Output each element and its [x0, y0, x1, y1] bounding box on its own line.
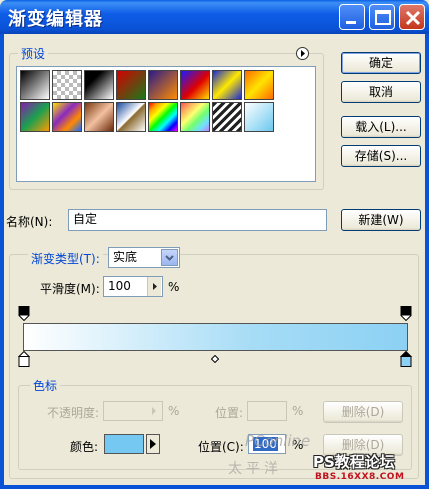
color-menu-button[interactable]	[146, 434, 160, 454]
name-input[interactable]: 自定	[68, 209, 327, 231]
right-arrow-icon	[152, 407, 156, 415]
opacity-slider-button	[147, 402, 161, 420]
play-arrow-icon	[301, 50, 305, 57]
gradient-type-value: 实底	[113, 250, 138, 264]
preset-swatch-orange-yellow-orange[interactable]	[244, 70, 274, 100]
diamond-icon	[210, 354, 220, 364]
watermark-taipingyang: 太平洋	[228, 461, 282, 477]
preset-swatch-transparent-checker[interactable]	[52, 70, 82, 100]
presets-label: 预设	[18, 45, 49, 62]
window-frame-bottom	[0, 485, 429, 489]
presets-menu-button[interactable]	[296, 47, 309, 60]
preset-swatch-transparent-rainbow[interactable]	[180, 102, 210, 132]
color-stop-icon	[17, 350, 31, 367]
opacity-unit: %	[168, 404, 180, 418]
preset-swatch-violet-green-orange[interactable]	[20, 102, 50, 132]
smoothness-value: 100	[108, 279, 131, 293]
preset-swatch-copper[interactable]	[84, 102, 114, 132]
preset-swatch-chrome[interactable]	[116, 102, 146, 132]
window-frame-right	[425, 34, 429, 489]
opacity-stop-icon	[18, 306, 30, 322]
minimize-button[interactable]	[339, 4, 365, 30]
close-button[interactable]	[399, 4, 425, 30]
stops-label: 色标	[30, 377, 61, 394]
opacity-label: 不透明度:	[47, 406, 100, 420]
gradient-type-select[interactable]: 实底	[108, 247, 180, 268]
window-title: 渐变编辑器	[8, 9, 103, 30]
color-stop-left[interactable]	[17, 350, 31, 367]
dropdown-button[interactable]	[161, 249, 178, 266]
cancel-button[interactable]: 取消	[341, 81, 421, 103]
right-arrow-icon	[150, 439, 156, 449]
watermark-forum: PS教程论坛	[313, 453, 395, 471]
chevron-down-icon	[165, 255, 174, 261]
opacity-location-input	[247, 401, 287, 421]
opacity-stop-left[interactable]	[18, 306, 30, 322]
name-label: 名称(N):	[6, 215, 53, 229]
preset-swatch-blue-yellow-blue[interactable]	[212, 70, 242, 100]
window-frame-left	[0, 34, 4, 489]
maximize-button[interactable]	[369, 4, 395, 30]
preset-swatch-light-blue[interactable]	[244, 102, 274, 132]
smoothness-input[interactable]: 100	[103, 276, 163, 297]
preset-swatch-black-to-white[interactable]	[84, 70, 114, 100]
opacity-stop-icon	[400, 306, 412, 322]
smoothness-unit: %	[168, 280, 180, 294]
opacity-input	[103, 401, 163, 421]
smoothness-label: 平滑度(M):	[40, 282, 100, 296]
new-button[interactable]: 新建(W)	[341, 209, 421, 231]
opacity-location-unit: %	[292, 404, 304, 418]
opacity-location-label: 位置:	[215, 406, 244, 420]
color-label: 颜色:	[70, 440, 99, 454]
watermark-url: BBS.16XX8.COM	[315, 472, 405, 482]
save-button[interactable]: 存储(S)...	[341, 145, 421, 167]
close-icon	[405, 10, 421, 26]
preset-swatch-blue-red-yellow[interactable]	[180, 70, 210, 100]
color-location-label: 位置(C):	[198, 440, 244, 454]
preset-swatch-violet-orange[interactable]	[148, 70, 178, 100]
title-bar[interactable]: 渐变编辑器	[0, 0, 429, 34]
load-button[interactable]: 载入(L)...	[341, 116, 421, 138]
preset-swatch-spectrum[interactable]	[148, 102, 178, 132]
stop-color-swatch[interactable]	[104, 434, 144, 454]
color-stop-selected-icon	[399, 350, 413, 367]
watermark-pconline: PConline	[245, 432, 311, 450]
maximize-icon	[375, 10, 391, 25]
midpoint-marker[interactable]	[210, 352, 220, 364]
minimize-icon	[346, 21, 356, 24]
preset-swatch-red-green[interactable]	[116, 70, 146, 100]
ok-button[interactable]: 确定	[341, 52, 421, 74]
gradient-preview-bar[interactable]	[23, 323, 408, 351]
preset-swatch-transparent-stripes[interactable]	[212, 102, 242, 132]
opacity-delete-button: 删除(D)	[323, 401, 403, 423]
gradient-type-label: 渐变类型(T):	[28, 250, 103, 267]
right-arrow-icon	[153, 283, 157, 290]
opacity-stop-right[interactable]	[400, 306, 412, 322]
color-stop-right[interactable]	[399, 350, 413, 367]
preset-swatch-black-white[interactable]	[20, 70, 50, 100]
preset-list[interactable]	[16, 66, 316, 182]
preset-swatch-yellow-violet-orange-blue[interactable]	[52, 102, 82, 132]
smoothness-slider-button[interactable]	[147, 277, 161, 296]
